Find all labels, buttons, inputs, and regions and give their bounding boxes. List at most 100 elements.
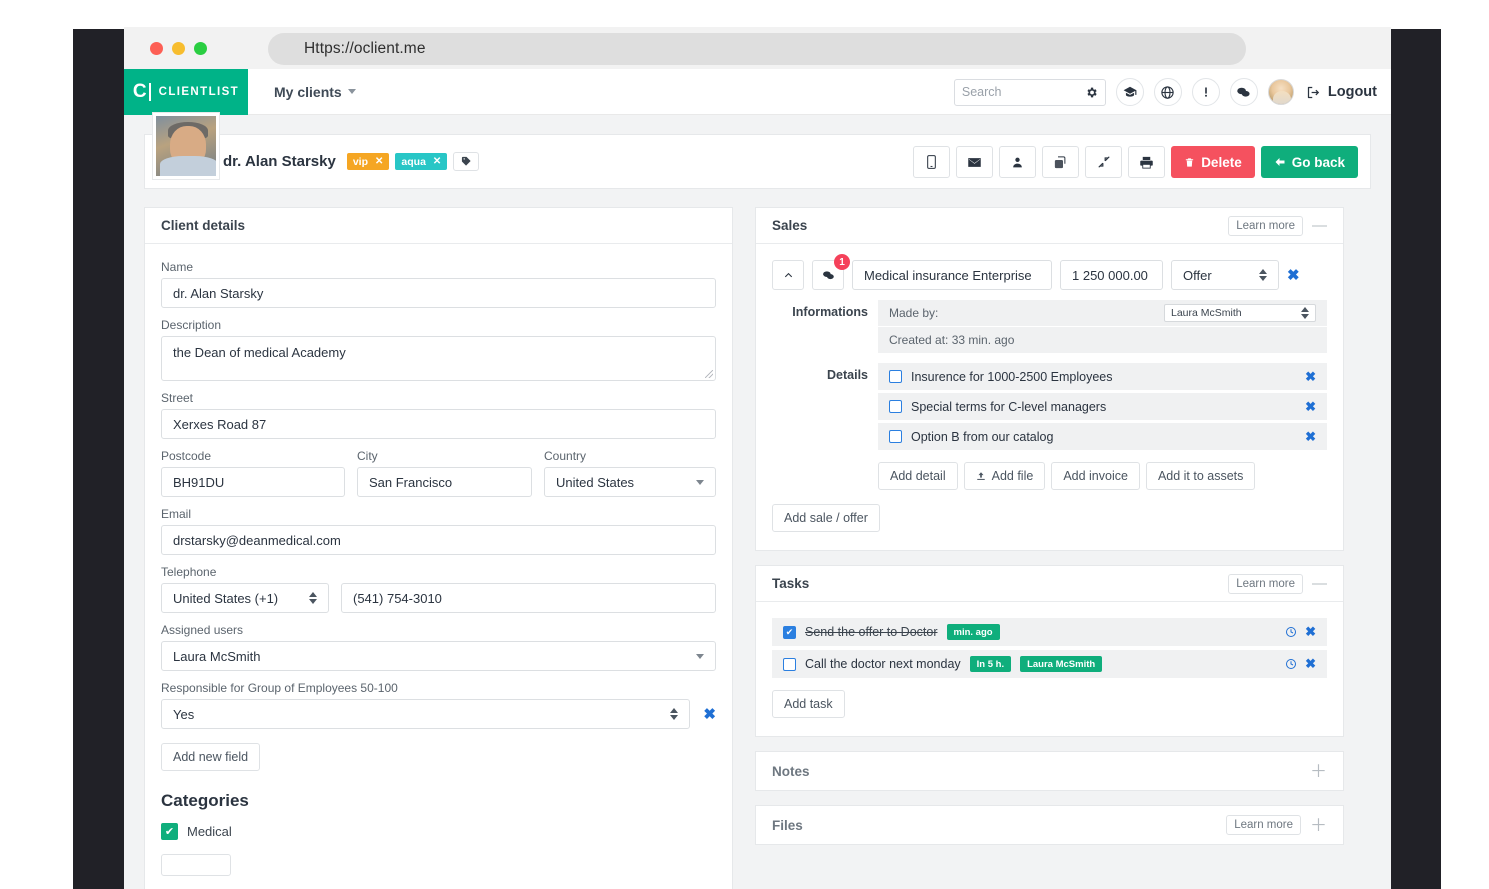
add-file-button[interactable]: Add file (963, 462, 1046, 490)
right-column: Sales Learn more — 1 Medical insurance E… (755, 207, 1344, 889)
mobile-icon[interactable] (913, 146, 951, 178)
brand-logo[interactable]: C CLIENTLIST (124, 68, 248, 115)
checkbox-checked-icon[interactable]: ✔ (161, 823, 178, 840)
chevron-down-icon (347, 89, 356, 94)
telephone-label: Telephone (161, 565, 217, 579)
checkbox-icon[interactable] (783, 657, 796, 671)
url-bar[interactable]: Https://oclient.me (268, 33, 1246, 65)
description-textarea[interactable]: the Dean of medical Academy (161, 336, 716, 381)
name-label: Name (161, 260, 194, 274)
avatar[interactable] (1267, 79, 1294, 105)
telephone-country-select[interactable]: United States (+1) (161, 583, 329, 613)
remove-detail-icon[interactable]: ✖ (1305, 369, 1316, 385)
category-medical[interactable]: ✔ Medical (161, 823, 716, 840)
custom-field-select[interactable]: Yes (161, 699, 691, 729)
tasks-learn-more-button[interactable]: Learn more (1228, 573, 1303, 594)
stepper-icon (670, 708, 679, 720)
task-label: Send the offer to Doctor (805, 625, 938, 639)
created-at-row: Created at: 33 min. ago (878, 327, 1327, 353)
notes-card[interactable]: Notes ＋ (755, 751, 1344, 791)
exclamation-icon[interactable] (1191, 78, 1220, 106)
checkbox-icon[interactable] (889, 400, 902, 413)
checkbox-icon[interactable] (889, 370, 902, 383)
sales-learn-more-button[interactable]: Learn more (1228, 215, 1303, 236)
detail-row[interactable]: Insurence for 1000-2500 Employees ✖ (878, 363, 1327, 390)
sale-informations: Informations Made by: Laura McSmith Crea… (772, 300, 1327, 354)
sale-name-input[interactable]: Medical insurance Enterprise (852, 260, 1052, 290)
brand-mark-icon: C (133, 81, 151, 103)
add-new-field-button[interactable]: Add new field (161, 743, 261, 771)
tag-aqua[interactable]: aqua ✕ (395, 153, 448, 170)
user-icon[interactable] (999, 146, 1037, 178)
telephone-number-input[interactable]: (541) 754-3010 (341, 583, 716, 613)
nav-my-clients[interactable]: My clients (274, 84, 356, 100)
field-telephone: Telephone United States (+1) (541) 754-3… (161, 565, 716, 613)
clock-icon[interactable] (1285, 658, 1297, 670)
files-learn-more-button[interactable]: Learn more (1226, 815, 1301, 835)
gear-icon[interactable] (1085, 86, 1098, 99)
maximize-window-dot[interactable] (194, 41, 207, 55)
add-task-wrap: Add task (772, 690, 1327, 718)
clone-icon[interactable] (1042, 146, 1080, 178)
plus-icon[interactable]: ＋ (1310, 817, 1327, 834)
task-row[interactable]: ✔ Send the offer to Doctor min. ago ✖ (772, 618, 1327, 646)
sale-stage-select[interactable]: Offer (1171, 260, 1279, 290)
detail-buttons: Add detail Add file Add invoice Add it t… (878, 462, 1327, 490)
page-body: dr. Alan Starsky vip ✕ aqua ✕ Delete Go … (124, 113, 1391, 889)
lifebuoy-icon[interactable] (1153, 78, 1182, 106)
email-input[interactable]: drstarsky@deanmedical.com (161, 525, 716, 555)
tasks-card: Tasks Learn more — ✔ Send the offer to D… (755, 565, 1344, 737)
plus-icon[interactable]: ＋ (1310, 763, 1327, 780)
city-input[interactable]: San Francisco (357, 467, 532, 497)
checkbox-icon[interactable] (889, 430, 902, 443)
street-input[interactable]: Xerxes Road 87 (161, 409, 716, 439)
envelope-icon[interactable] (956, 146, 994, 178)
made-by-select[interactable]: Laura McSmith (1164, 304, 1316, 322)
task-row[interactable]: Call the doctor next monday In 5 h. Laur… (772, 650, 1327, 678)
close-window-dot[interactable] (150, 41, 163, 55)
add-to-assets-button[interactable]: Add it to assets (1145, 462, 1256, 490)
go-back-button[interactable]: Go back (1260, 146, 1358, 178)
postcode-label: Postcode (161, 449, 212, 463)
sale-amount-input[interactable]: 1 250 000.00 (1060, 260, 1163, 290)
add-sale-offer-button[interactable]: Add sale / offer (772, 504, 880, 532)
close-icon[interactable]: ✕ (433, 156, 441, 167)
graduation-cap-icon[interactable] (1115, 78, 1144, 106)
add-invoice-button[interactable]: Add invoice (1051, 462, 1140, 490)
delete-button[interactable]: Delete (1171, 146, 1255, 178)
detail-row[interactable]: Option B from our catalog ✖ (878, 423, 1327, 450)
field-address-row: Postcode BH91DU City San Francisco Count… (161, 449, 716, 497)
add-detail-button[interactable]: Add detail (878, 462, 958, 490)
print-icon[interactable] (1128, 146, 1166, 178)
remove-task-icon[interactable]: ✖ (1305, 624, 1316, 640)
name-input[interactable]: dr. Alan Starsky (161, 278, 716, 308)
collapse-icon[interactable]: — (1312, 218, 1327, 233)
assigned-users-select[interactable]: Laura McSmith (161, 641, 716, 671)
chat-icon[interactable] (1229, 78, 1258, 106)
country-select[interactable]: United States (544, 467, 716, 497)
remove-detail-icon[interactable]: ✖ (1305, 399, 1316, 415)
remove-sale-icon[interactable]: ✖ (1287, 266, 1300, 284)
window-controls[interactable] (150, 41, 207, 55)
remove-task-icon[interactable]: ✖ (1305, 656, 1316, 672)
add-task-button[interactable]: Add task (772, 690, 845, 718)
postcode-input[interactable]: BH91DU (161, 467, 345, 497)
detail-row[interactable]: Special terms for C-level managers ✖ (878, 393, 1327, 420)
remove-detail-icon[interactable]: ✖ (1305, 429, 1316, 445)
clock-icon[interactable] (1285, 626, 1297, 638)
close-icon[interactable]: ✕ (375, 156, 383, 167)
collapse-icon[interactable]: — (1312, 576, 1327, 591)
logout-button[interactable]: Logout (1306, 84, 1377, 100)
compress-arrows-icon[interactable] (1085, 146, 1123, 178)
collapse-sale-button[interactable] (772, 260, 804, 290)
tag-vip[interactable]: vip ✕ (346, 153, 390, 170)
add-category-button[interactable] (161, 854, 231, 876)
files-card[interactable]: Files Learn more ＋ (755, 805, 1344, 845)
add-tag-button[interactable] (453, 152, 480, 171)
description-label: Description (161, 318, 222, 332)
search-input[interactable]: Search (953, 78, 1106, 106)
remove-custom-field-icon[interactable]: ✖ (703, 705, 716, 723)
minimize-window-dot[interactable] (172, 41, 185, 55)
checkbox-checked-icon[interactable]: ✔ (783, 625, 796, 639)
sale-comments-button[interactable]: 1 (812, 254, 850, 290)
